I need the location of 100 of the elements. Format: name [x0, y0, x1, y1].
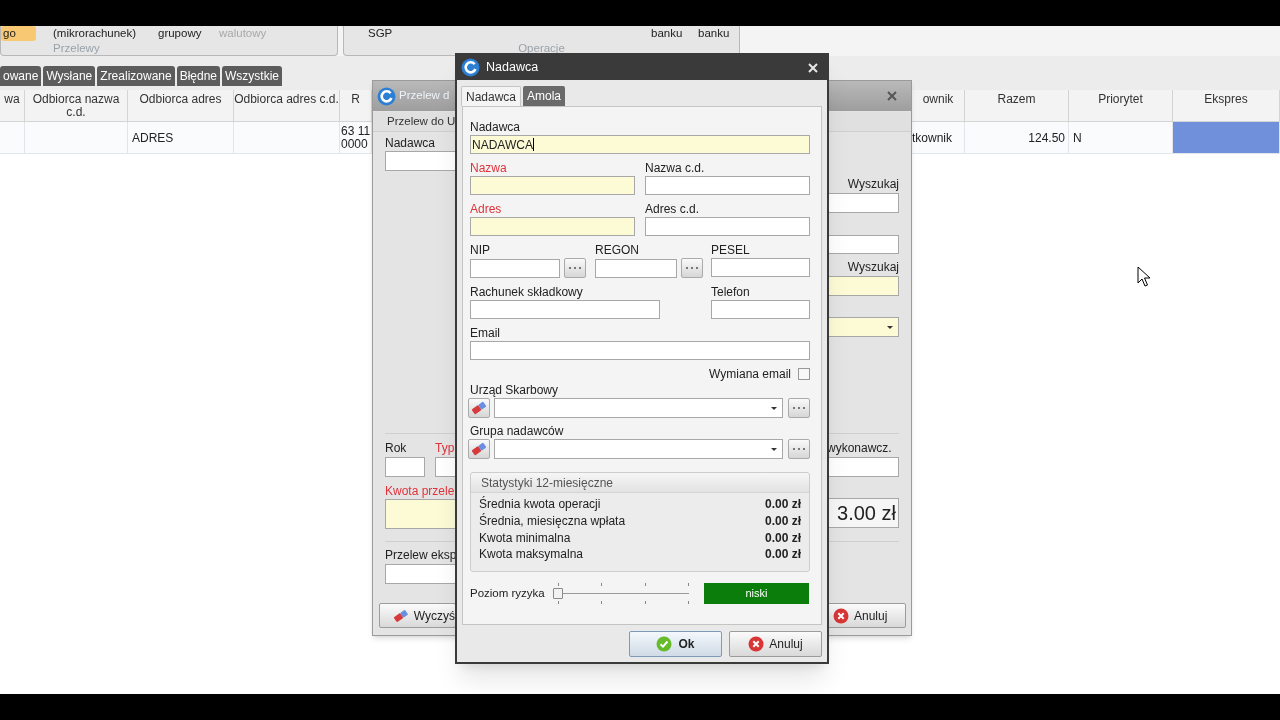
tab[interactable]: Nadawca	[461, 86, 522, 106]
stat-label: Kwota maksymalna	[479, 546, 584, 564]
stat-value: 0.00 zł	[764, 513, 801, 531]
input-field[interactable]	[470, 176, 635, 195]
field-label: Telefon	[711, 285, 751, 299]
stat-label: Średnia, miesięczna wpłata	[479, 512, 626, 531]
cancel-button[interactable]: Anuluj	[827, 603, 906, 628]
field-label: Nadawca	[470, 120, 522, 134]
status-tab[interactable]: owane	[0, 66, 42, 86]
field-label: Nadawca	[385, 136, 437, 150]
input-field[interactable]	[827, 276, 899, 296]
checkbox[interactable]	[798, 368, 810, 380]
input-field[interactable]	[827, 457, 899, 477]
field-label: Adres c.d.	[645, 202, 701, 216]
eraser-button[interactable]	[468, 439, 490, 459]
input-field[interactable]	[827, 235, 899, 254]
input-field[interactable]	[645, 176, 810, 195]
field-label: Urząd Skarbowy	[470, 383, 560, 397]
table-cell: tkownik	[912, 122, 965, 154]
risk-indicator: niski	[704, 583, 809, 604]
input-field[interactable]	[470, 300, 660, 319]
field-label: wykonawcz.	[827, 441, 893, 455]
input-field[interactable]	[595, 258, 677, 278]
ribbon-item[interactable]: go	[1, 26, 36, 41]
ok-button[interactable]: Ok	[629, 631, 722, 657]
table-header[interactable]: Odbiorca adres	[128, 90, 234, 122]
input-field[interactable]	[470, 258, 560, 278]
stat-value: 0.00 zł	[764, 529, 801, 547]
eraser-icon	[392, 607, 410, 624]
table-cell: 124.50	[965, 122, 1069, 154]
table-header[interactable]: Odbiorca adres c.d.	[234, 90, 340, 122]
table-header[interactable]: Razem	[965, 90, 1069, 122]
table-cell: N	[1069, 122, 1173, 154]
input-field[interactable]	[470, 341, 810, 360]
stat-value: 0.00 zł	[764, 546, 801, 564]
group-label: Operacje	[518, 42, 565, 54]
more-button[interactable]	[788, 398, 810, 418]
stat-value: 0.00 zł	[764, 496, 801, 514]
input-field[interactable]	[385, 564, 456, 584]
clear-button[interactable]: Wyczyś	[379, 603, 456, 628]
ribbon-item[interactable]: grupowy	[158, 26, 219, 41]
ribbon-item[interactable]: SGP	[368, 26, 651, 41]
more-button[interactable]	[681, 258, 703, 278]
stat-label: Średnia kwota operacji	[479, 495, 601, 513]
input-field[interactable]	[470, 217, 635, 236]
more-button[interactable]	[788, 439, 810, 459]
eraser-button[interactable]	[468, 398, 490, 418]
group-label: Przelewy	[53, 42, 100, 54]
ribbon-item[interactable]: (mikrorachunek)	[53, 26, 158, 41]
panel-title: Statystyki 12-miesięczne	[481, 474, 614, 492]
input-field[interactable]	[645, 217, 810, 236]
ribbon-item[interactable]: banku	[698, 26, 738, 41]
ok-icon	[656, 636, 673, 652]
input-field[interactable]	[827, 193, 899, 213]
dropdown[interactable]	[827, 317, 899, 337]
dropdown-arrow-icon	[771, 406, 777, 410]
field-label: Wymiana email	[709, 367, 791, 381]
table-header[interactable]: R	[340, 90, 372, 122]
slider-thumb[interactable]	[553, 588, 563, 599]
input-field[interactable]	[385, 151, 456, 171]
logo-icon	[377, 86, 396, 106]
input-field[interactable]	[385, 499, 456, 529]
more-button[interactable]	[564, 258, 586, 278]
field-label: Typ	[435, 441, 456, 455]
eraser-icon	[470, 441, 488, 457]
cancel-button[interactable]: Anuluj	[729, 631, 822, 657]
stat-label: Kwota minimalna	[479, 529, 571, 547]
window-title: Nadawca	[486, 59, 539, 77]
table-header[interactable]: ownik	[912, 90, 965, 122]
status-tab[interactable]: Błędne	[176, 66, 221, 86]
field-label: NIP	[470, 243, 491, 257]
table-cell: 63 11 0000	[340, 122, 372, 154]
ribbon-item[interactable]: banku	[651, 26, 698, 41]
field-label: PESEL	[711, 243, 751, 257]
input-field[interactable]: NADAWCA	[470, 135, 810, 154]
cancel-icon	[748, 636, 765, 652]
field-label: REGON	[595, 243, 640, 257]
field-label: Email	[470, 326, 501, 340]
status-tab[interactable]: Zrealizowane	[97, 66, 175, 86]
input-field[interactable]	[711, 258, 810, 277]
input-field[interactable]	[711, 300, 810, 319]
field-label: Nazwa c.d.	[645, 161, 706, 175]
dropdown-arrow-icon	[771, 447, 777, 451]
cancel-icon	[833, 607, 849, 624]
input-field[interactable]	[435, 457, 456, 477]
table-header[interactable]: Ekspres	[1173, 90, 1280, 122]
status-tab[interactable]: Wysłane	[43, 66, 96, 86]
table-header[interactable]: Priorytet	[1069, 90, 1173, 122]
field-label: Adres	[470, 202, 503, 216]
field-label: Rok	[385, 441, 408, 455]
amount-field[interactable]: 3.00 zł	[827, 498, 899, 528]
text-cursor	[532, 138, 534, 151]
field-label: Grupa nadawców	[470, 424, 565, 438]
input-field[interactable]	[385, 457, 425, 477]
table-header[interactable]: wa	[0, 90, 25, 122]
window-title: Przelew d	[399, 88, 450, 104]
status-tab[interactable]: Wszystkie	[222, 66, 283, 86]
field-label: Kwota przele	[385, 484, 456, 498]
tab[interactable]: Amola	[523, 86, 566, 106]
table-header[interactable]: Odbiorca nazwa c.d.	[25, 90, 128, 122]
